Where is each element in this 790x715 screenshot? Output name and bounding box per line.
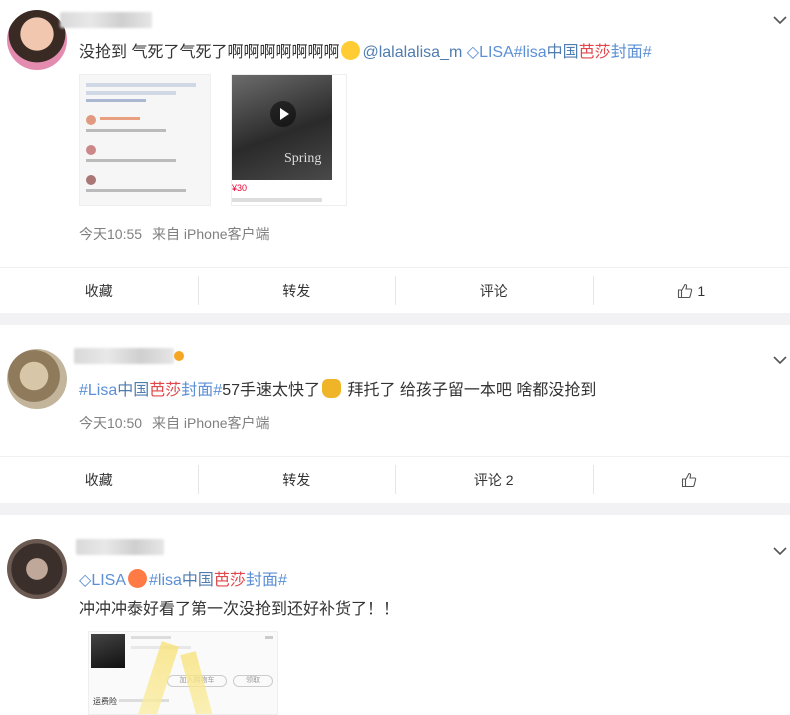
post-card-3: ◇LISA #lisa中国芭莎封面# 冲冲冲泰好看了第一次没抢到还好补货了！！ 加…: [0, 515, 790, 715]
post-text: #Lisa中国芭莎封面#57手速太快了 拜托了 给孩子留一本吧 啥都没抢到: [79, 379, 596, 402]
thumbs-up-icon: [682, 472, 697, 487]
crying-emoji-icon: [341, 41, 361, 60]
avatar[interactable]: [7, 10, 67, 70]
lisa-topic-label: LISA: [479, 44, 514, 61]
hashtag-part-c: 芭莎: [149, 382, 182, 399]
hashtag-part-c: 芭莎: [578, 44, 611, 61]
post-card-1: 没抢到 气死了气死了啊啊啊啊啊啊啊 @lalalalisa_m ◇LISA#lis…: [0, 0, 790, 313]
hashtag-link[interactable]: #lisa中国芭莎封面#: [514, 44, 652, 61]
repost-button[interactable]: 转发: [197, 268, 396, 313]
comment-button[interactable]: 评论 2: [395, 457, 593, 502]
comment-label: 评论: [479, 282, 508, 299]
hashtag-part-c: 芭莎: [213, 572, 246, 589]
post-image-screenshot[interactable]: [79, 74, 211, 206]
collect-button[interactable]: 收藏: [0, 268, 198, 313]
hashtag-part-d: 封面#: [245, 572, 287, 589]
avatar[interactable]: [7, 349, 67, 409]
lisa-topic-link[interactable]: ◇LISA: [467, 44, 514, 61]
hashtag-part-d: 封面#: [181, 382, 223, 399]
lisa-topic-link[interactable]: ◇LISA: [79, 572, 126, 589]
post-body: 没抢到 气死了气死了啊啊啊啊啊啊啊: [79, 44, 340, 61]
post-image-screenshot[interactable]: 加入购物车 领取 运费险: [88, 631, 278, 715]
lisa-topic-label: LISA: [91, 572, 126, 589]
like-count: 1: [697, 282, 706, 299]
badge-icon: [174, 351, 184, 361]
post-source: 来自 iPhone客户端: [152, 415, 270, 431]
post-image-magazine[interactable]: Spring ¥30: [231, 74, 347, 206]
username-blurred[interactable]: [74, 348, 174, 364]
post-meta: 今天10:50 来自 iPhone客户端: [79, 413, 280, 433]
hashtag-part-a: #lisa: [513, 44, 547, 61]
hashtag-link[interactable]: #lisa中国芭莎封面#: [149, 572, 287, 589]
collect-label: 收藏: [84, 471, 113, 488]
hashtag-part-b: 中国: [181, 572, 214, 589]
chevron-down-icon[interactable]: [772, 543, 788, 559]
hashtag-part-b: 中国: [546, 44, 579, 61]
mention-link[interactable]: @lalalalisa_m: [362, 44, 462, 61]
hashtag-part-a: #Lisa: [79, 382, 118, 399]
chevron-down-icon[interactable]: [772, 352, 788, 368]
comment-label: 评论 2: [473, 471, 514, 488]
magazine-word: Spring: [284, 151, 322, 166]
price-tag: ¥30: [232, 183, 248, 193]
hashtag-link[interactable]: #Lisa中国芭莎封面#: [79, 382, 222, 399]
post-text: ◇LISA #lisa中国芭莎封面#: [79, 569, 287, 592]
post-text: 没抢到 气死了气死了啊啊啊啊啊啊啊 @lalalalisa_m ◇LISA#lis…: [79, 41, 652, 64]
post-body-2: 拜托了 给孩子留一本吧 啥都没抢到: [343, 382, 597, 399]
hashtag-part-b: 中国: [117, 382, 150, 399]
post-body: 57手速太快了: [222, 382, 320, 399]
thumbs-up-icon: [678, 283, 693, 298]
play-icon[interactable]: [270, 101, 296, 127]
post-meta: 今天10:55 来自 iPhone客户端: [79, 224, 280, 244]
post-time[interactable]: 今天10:55: [79, 226, 142, 242]
chevron-down-icon[interactable]: [772, 12, 788, 28]
collect-label: 收藏: [84, 282, 113, 299]
username-blurred[interactable]: [60, 12, 152, 28]
collect-button[interactable]: 收藏: [0, 457, 198, 502]
like-button[interactable]: [592, 457, 790, 502]
heart-eyes-emoji-icon: [128, 569, 147, 588]
post-time[interactable]: 今天10:50: [79, 415, 142, 431]
repost-label: 转发: [282, 282, 311, 299]
action-bar: 收藏 转发 评论 2: [0, 456, 790, 502]
post-source: 来自 iPhone客户端: [152, 226, 270, 242]
post-body: 冲冲冲泰好看了第一次没抢到还好补货了！！: [79, 601, 400, 618]
repost-label: 转发: [282, 471, 311, 488]
username-blurred[interactable]: [76, 539, 164, 555]
like-button[interactable]: 1: [592, 268, 790, 313]
repost-button[interactable]: 转发: [197, 457, 396, 502]
post-card-2: #Lisa中国芭莎封面#57手速太快了 拜托了 给孩子留一本吧 啥都没抢到 今天…: [0, 325, 790, 503]
comment-button[interactable]: 评论: [395, 268, 593, 313]
claim-chip: 领取: [233, 675, 273, 687]
feed-divider: [0, 313, 790, 325]
action-bar: 收藏 转发 评论 1: [0, 267, 790, 313]
hashtag-part-a: #lisa: [149, 572, 182, 589]
hashtag-part-d: 封面#: [610, 44, 652, 61]
avatar[interactable]: [7, 539, 67, 599]
shipping-insurance-label: 运费险: [93, 697, 117, 706]
pray-emoji-icon: [322, 379, 341, 398]
feed-divider: [0, 503, 790, 515]
